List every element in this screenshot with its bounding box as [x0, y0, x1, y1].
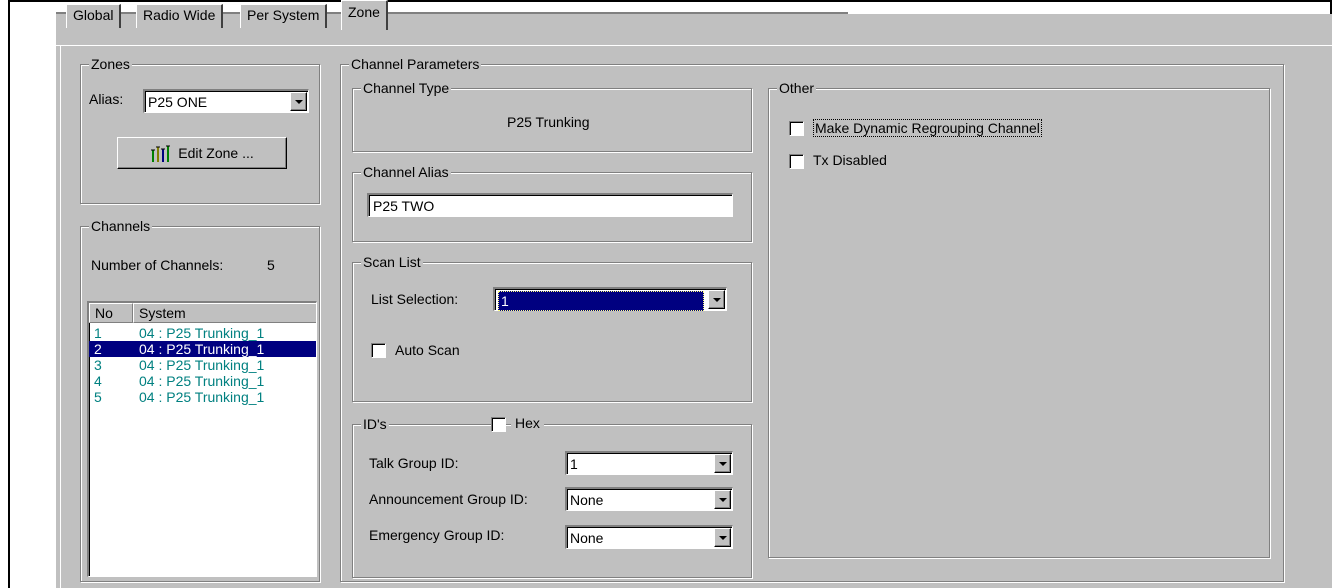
zone-alias-select[interactable]: P25 ONE — [143, 89, 309, 113]
auto-scan-label[interactable]: Auto Scan — [395, 342, 460, 358]
list-item[interactable]: 3 04 : P25 Trunking_1 — [89, 357, 316, 373]
tx-disabled-label[interactable]: Tx Disabled — [813, 152, 887, 168]
channel-count-label: Number of Channels: — [91, 257, 224, 273]
channel-type-group: Channel Type P25 Trunking — [352, 79, 752, 152]
zone-alias-value: P25 ONE — [148, 94, 208, 110]
ids-legend: ID's — [361, 415, 389, 433]
tab-per-system[interactable]: Per System — [240, 4, 328, 28]
zones-legend: Zones — [89, 55, 132, 73]
hex-label[interactable]: Hex — [511, 415, 544, 431]
channel-count-value: 5 — [267, 257, 275, 273]
scan-list-group: Scan List List Selection: 1 Auto Scan — [352, 253, 752, 402]
edit-zone-button[interactable]: Edit Zone ... — [117, 137, 287, 169]
ids-group: ID's Hex Talk Group ID: 1 Announcement G… — [352, 415, 752, 578]
channel-alias-input[interactable]: P25 TWO — [367, 193, 733, 217]
chevron-down-icon[interactable] — [714, 490, 731, 509]
antenna-tower-icon — [151, 145, 171, 162]
chevron-down-icon[interactable] — [290, 92, 307, 111]
list-item[interactable]: 1 04 : P25 Trunking_1 — [89, 325, 316, 341]
list-item[interactable]: 4 04 : P25 Trunking_1 — [89, 373, 316, 389]
auto-scan-checkbox[interactable] — [371, 343, 386, 358]
channel-list[interactable]: No System 1 04 : P25 Trunking_1 2 04 : P25… — [87, 301, 317, 577]
channels-group: Channels Number of Channels: 5 No System… — [80, 217, 320, 582]
list-selection-label: List Selection: — [371, 291, 459, 307]
emergency-group-value: None — [570, 530, 604, 546]
talk-group-label: Talk Group ID: — [369, 455, 459, 471]
chevron-down-icon[interactable] — [714, 454, 731, 473]
chevron-down-icon[interactable] — [708, 290, 725, 309]
channel-alias-group: Channel Alias P25 TWO — [352, 163, 752, 242]
announcement-group-label: Announcement Group ID: — [369, 491, 528, 507]
list-selection-select[interactable]: 1 — [493, 287, 727, 311]
channel-parameters-legend: Channel Parameters — [349, 55, 482, 73]
column-header-system[interactable]: System — [133, 303, 316, 323]
channel-type-legend: Channel Type — [361, 79, 452, 97]
dynamic-regrouping-label[interactable]: Make Dynamic Regrouping Channel — [813, 119, 1042, 137]
alias-label: Alias: — [89, 91, 124, 107]
zones-group: Zones Alias: P25 ONE Edit Zone ... — [80, 55, 320, 204]
tab-zone[interactable]: Zone — [341, 0, 388, 30]
emergency-group-label: Emergency Group ID: — [369, 527, 505, 543]
talk-group-value: 1 — [570, 456, 578, 472]
other-legend: Other — [777, 79, 817, 97]
tx-disabled-checkbox[interactable] — [789, 154, 804, 169]
list-selection-value: 1 — [498, 291, 704, 311]
emergency-group-select[interactable]: None — [565, 525, 733, 549]
channels-legend: Channels — [89, 217, 153, 235]
chevron-down-icon[interactable] — [714, 528, 731, 547]
list-item-selected[interactable]: 2 04 : P25 Trunking_1 — [89, 341, 316, 357]
channel-type-value: P25 Trunking — [507, 114, 590, 130]
list-item[interactable]: 5 04 : P25 Trunking_1 — [89, 389, 316, 405]
tab-radio-wide[interactable]: Radio Wide — [136, 4, 224, 28]
announcement-group-value: None — [570, 492, 604, 508]
scan-list-legend: Scan List — [361, 253, 423, 271]
tab-global[interactable]: Global — [66, 4, 122, 28]
other-group: Other Make Dynamic Regrouping Channel Tx… — [768, 79, 1270, 558]
dynamic-regrouping-checkbox[interactable] — [789, 121, 804, 136]
announcement-group-select[interactable]: None — [565, 487, 733, 511]
edit-zone-label: Edit Zone ... — [178, 145, 254, 161]
talk-group-select[interactable]: 1 — [565, 451, 733, 475]
hex-checkbox[interactable] — [491, 417, 506, 432]
channel-alias-legend: Channel Alias — [361, 163, 451, 181]
column-header-no[interactable]: No — [89, 303, 133, 323]
